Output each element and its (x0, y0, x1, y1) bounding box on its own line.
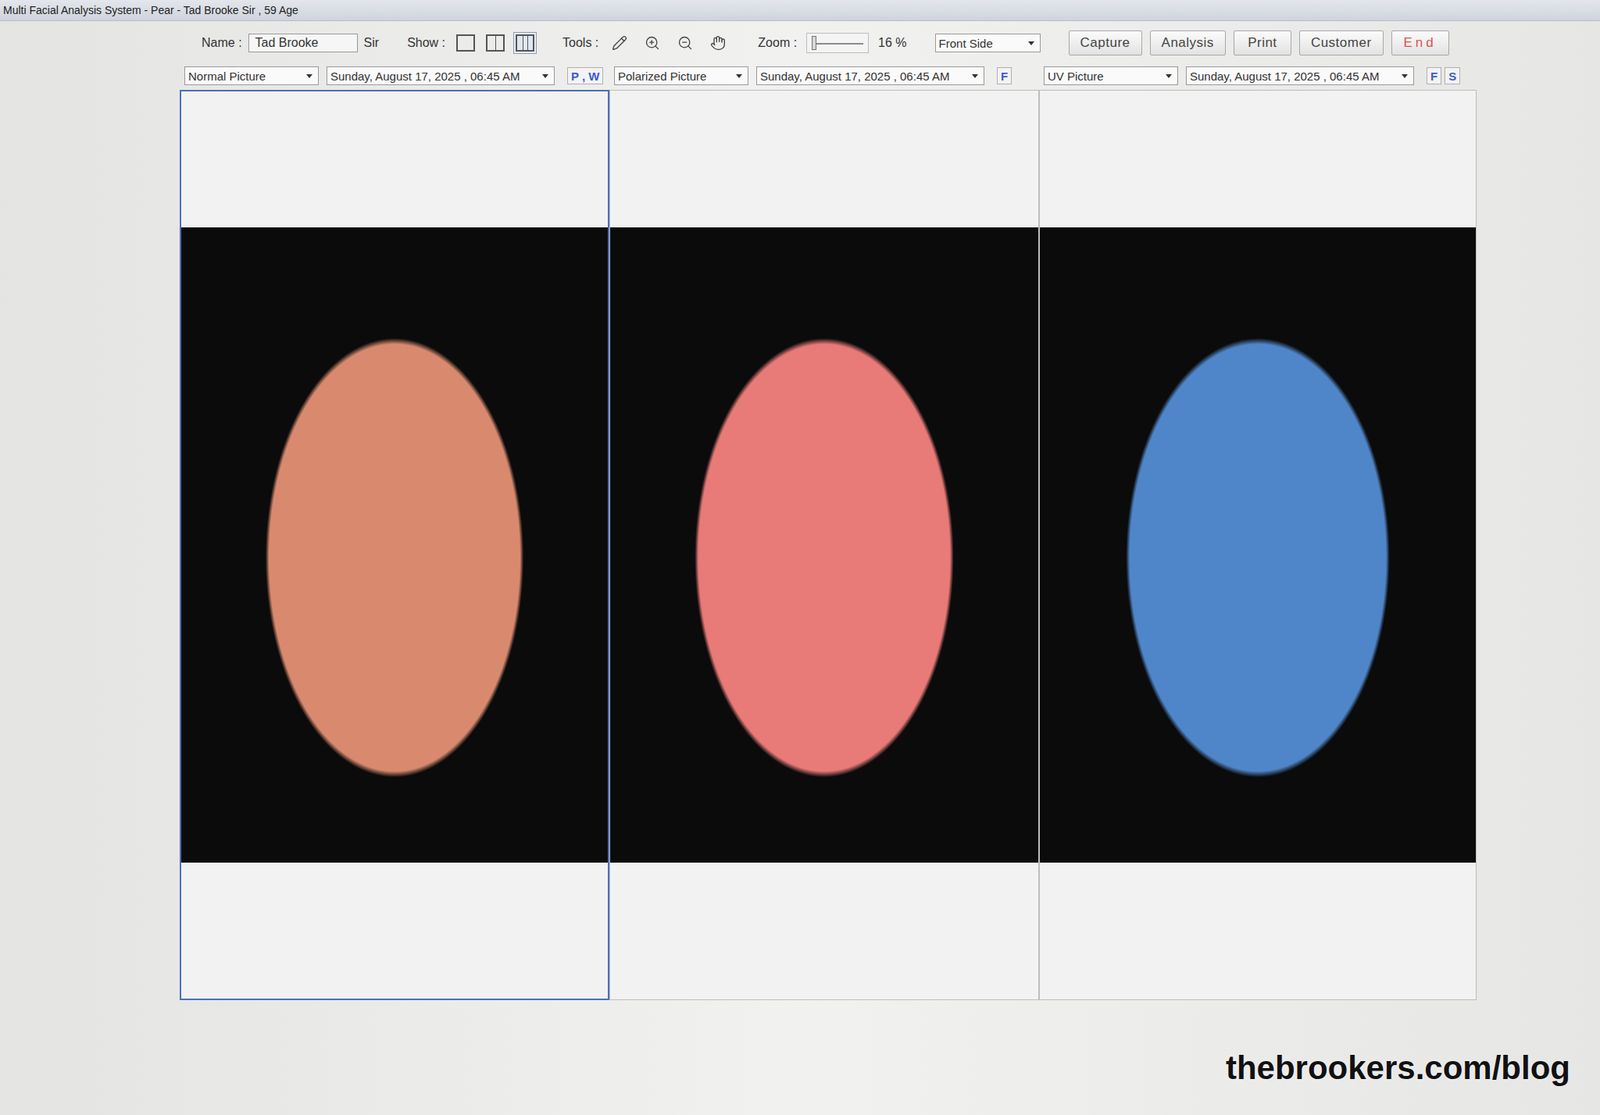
zoom-reading: 16 % (878, 35, 907, 50)
toolbar: Name : Tad Brooke Sir Show : Tools : Zoom : 16… (0, 21, 1600, 62)
date-select[interactable]: Sunday, August 17, 2025 , 06:45 AM (1185, 66, 1415, 86)
name-group: Name : Tad Brooke Sir (201, 33, 379, 53)
flag-button[interactable]: F (1426, 67, 1442, 85)
customer-button[interactable]: Customer (1299, 30, 1384, 56)
show-group: Show : (407, 34, 535, 52)
slider-thumb[interactable] (811, 35, 817, 50)
zoom-out-tool-button[interactable] (673, 31, 697, 55)
hand-tool-button[interactable] (706, 31, 730, 55)
zoom-out-icon (677, 35, 693, 51)
name-field[interactable]: Tad Brooke (248, 33, 358, 53)
capture-button[interactable]: Capture (1068, 30, 1143, 56)
view-select[interactable]: Front Side (935, 33, 1041, 53)
tools-label: Tools : (562, 35, 599, 50)
dropdown-arrow-icon (306, 74, 313, 79)
flag-buttons: P , W (567, 67, 604, 85)
layout-cell (457, 35, 474, 50)
dropdown-arrow-icon (542, 74, 549, 79)
zoom-group: Zoom : 16 % (757, 32, 907, 54)
dropdown-arrow-icon (1165, 74, 1172, 79)
end-button[interactable]: End (1391, 30, 1450, 56)
flag-button[interactable]: S (1444, 67, 1461, 85)
title-bar: Multi Facial Analysis System - Pear - Ta… (0, 0, 1600, 22)
honorific-label: Sir (364, 35, 380, 50)
pen-icon (611, 35, 628, 51)
pen-tool-button[interactable] (607, 31, 632, 55)
face-photo (1039, 227, 1476, 863)
dropdown-arrow-icon (1401, 74, 1408, 79)
panel-header: UV Picture Sunday, August 17, 2025 , 06:4… (1039, 61, 1477, 90)
layout-cell (487, 35, 496, 50)
panel-headers: Normal Picture Sunday, August 17, 2025 , … (179, 61, 1600, 90)
zoom-label: Zoom : (757, 35, 797, 50)
dropdown-arrow-icon (1028, 41, 1035, 46)
date-select[interactable]: Sunday, August 17, 2025 , 06:45 AM (756, 66, 985, 86)
triple-layout-icon[interactable] (515, 34, 535, 52)
analysis-button[interactable]: Analysis (1150, 30, 1226, 56)
flag-button[interactable]: P , W (567, 67, 604, 85)
picture-panels (179, 89, 1600, 1000)
picture-type-select[interactable]: Normal Picture (184, 66, 319, 86)
app-window: Multi Facial Analysis System - Pear - Ta… (0, 0, 1600, 1115)
watermark: thebrookers.com/blog (1225, 1049, 1571, 1087)
name-label: Name : (201, 35, 243, 50)
picture-panel[interactable] (1039, 89, 1477, 1000)
hand-icon (710, 35, 726, 51)
tools-group: Tools : (562, 31, 730, 55)
layout-cell (517, 35, 523, 50)
layout-cell (522, 35, 529, 50)
picture-type-select[interactable]: UV Picture (1043, 66, 1179, 86)
zoom-in-icon (644, 35, 661, 51)
layout-cell (495, 35, 504, 50)
dropdown-arrow-icon (971, 74, 979, 79)
face-photo (181, 227, 608, 863)
print-button[interactable]: Print (1233, 30, 1292, 56)
slider-track (811, 42, 864, 45)
flag-buttons: F (996, 67, 1012, 85)
zoom-in-tool-button[interactable] (640, 31, 665, 55)
show-label: Show : (407, 35, 446, 50)
zoom-slider[interactable] (806, 32, 869, 54)
layout-cell (527, 35, 533, 50)
panel-header: Normal Picture Sunday, August 17, 2025 , … (179, 61, 610, 90)
picture-panel[interactable] (609, 89, 1040, 1000)
double-layout-icon[interactable] (485, 34, 505, 52)
single-layout-icon[interactable] (456, 34, 475, 52)
action-buttons: Capture Analysis Print Customer End (1068, 30, 1450, 56)
panel-header: Polarized Picture Sunday, August 17, 2025… (609, 61, 1040, 90)
dropdown-arrow-icon (735, 74, 743, 79)
flag-button[interactable]: F (996, 67, 1012, 85)
face-photo (610, 227, 1039, 863)
date-select[interactable]: Sunday, August 17, 2025 , 06:45 AM (326, 66, 555, 86)
picture-type-select[interactable]: Polarized Picture (614, 66, 749, 86)
flag-buttons: FS (1426, 67, 1461, 85)
picture-panel[interactable] (179, 89, 610, 1000)
